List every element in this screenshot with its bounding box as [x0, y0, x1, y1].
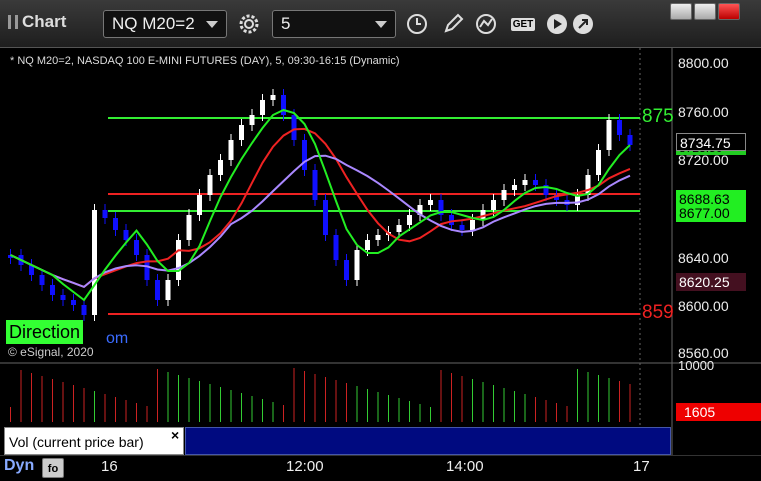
low-price-tag: 8620.25 [676, 273, 746, 291]
price-tick: 8760.00 [678, 104, 729, 120]
candle-body [333, 235, 339, 260]
candle-body [354, 250, 360, 280]
clock-icon [407, 14, 427, 34]
candle-body [113, 218, 118, 230]
app-title: Chart [8, 12, 66, 32]
get-icon: GET [510, 17, 536, 31]
upper-level-label: 875 [642, 106, 674, 127]
candle-body [323, 200, 328, 235]
candle-body [491, 200, 496, 210]
link-button[interactable] [568, 10, 598, 38]
candle-body [197, 195, 202, 215]
candle-body [270, 95, 276, 100]
candle-body [176, 240, 181, 280]
app-title-label: Chart [22, 12, 67, 31]
volume-axis-top: 10000 [678, 358, 715, 373]
candle-body [134, 240, 139, 255]
time-tick: 17 [633, 458, 650, 475]
candle-body [344, 260, 349, 280]
brand-link[interactable]: om [106, 330, 128, 348]
candle-body [627, 135, 633, 145]
toolbar: Chart NQ M20=2 5 GET [0, 0, 761, 48]
close-button[interactable] [718, 3, 740, 20]
candle-body [375, 235, 381, 240]
candle-body [302, 140, 307, 170]
get-button[interactable]: GET [506, 10, 540, 38]
candle-body [606, 120, 612, 150]
candle-body [71, 300, 76, 305]
last-price-tag: 8734.75 [676, 133, 746, 151]
candle-body [123, 230, 129, 240]
symbol-value: NQ M20=2 [112, 14, 195, 33]
settings-button[interactable] [234, 10, 264, 38]
formula-icon[interactable]: fo [42, 458, 64, 478]
ma2-tag: 8677.00 [676, 204, 746, 222]
chevron-down-icon [375, 21, 387, 28]
studies-icon [476, 14, 496, 34]
play-icon [547, 14, 567, 34]
interval-value: 5 [281, 14, 291, 33]
time-tick: 16 [101, 458, 118, 475]
candle-body [365, 240, 370, 250]
volume-panel-label[interactable]: Vol (current price bar) [4, 427, 184, 455]
candle-body [512, 185, 517, 190]
candle-body [186, 215, 192, 240]
candle-body [207, 175, 213, 195]
candle-body [155, 280, 160, 300]
copyright-text: © eSignal, 2020 [8, 345, 94, 359]
chart-window-icon [8, 15, 18, 29]
candle-body [218, 160, 223, 175]
candle-body [533, 180, 538, 185]
candle-body [39, 275, 45, 285]
candle-body [102, 210, 108, 218]
candle-body [407, 215, 412, 225]
volume-panel-strip [185, 427, 671, 455]
candle-body [228, 140, 234, 160]
dyn-label[interactable]: Dyn [4, 457, 34, 475]
candle-body [291, 115, 297, 140]
candle-body [617, 120, 622, 135]
candle-body [81, 305, 87, 315]
restore-button[interactable] [670, 3, 692, 20]
maximize-button[interactable] [694, 3, 716, 20]
interval-field[interactable]: 5 [272, 10, 396, 38]
candle-body [50, 285, 55, 295]
candle-body [249, 115, 255, 125]
price-tick: 8600.00 [678, 298, 729, 314]
price-tick: 8800.00 [678, 55, 729, 71]
symbol-field[interactable]: NQ M20=2 [103, 10, 227, 38]
candle-body [312, 170, 318, 200]
time-button[interactable] [402, 10, 432, 38]
candle-body [60, 295, 66, 300]
price-tick: 8640.00 [678, 250, 729, 266]
link-icon [573, 14, 593, 34]
candle-body [596, 150, 601, 175]
candle-body [522, 180, 528, 185]
directional-badge: Direction [6, 320, 84, 344]
chart-status-line: * NQ M20=2, NASDAQ 100 E-MINI FUTURES (D… [10, 55, 400, 67]
chevron-down-icon [206, 21, 218, 28]
candle-body [501, 190, 507, 200]
candle-body [470, 220, 475, 230]
candle-body [92, 210, 97, 315]
candle-body [165, 280, 171, 300]
gear-icon [239, 14, 259, 34]
candle-body [260, 100, 265, 115]
lower-level-label: 859 [642, 302, 674, 323]
candle-body [281, 95, 286, 115]
studies-button[interactable] [472, 10, 502, 38]
candle-body [459, 225, 465, 230]
close-icon[interactable]: × [171, 427, 179, 443]
candle-body [239, 125, 244, 140]
candle-body [396, 225, 402, 232]
volume-bars [10, 368, 631, 422]
time-tick: 12:00 [286, 458, 324, 475]
time-tick: 14:00 [446, 458, 484, 475]
candle-body [428, 200, 433, 205]
pencil-icon [444, 13, 464, 33]
draw-button[interactable] [438, 10, 468, 38]
volume-current-tag: 1605 [676, 403, 761, 421]
candle-body [449, 215, 454, 225]
